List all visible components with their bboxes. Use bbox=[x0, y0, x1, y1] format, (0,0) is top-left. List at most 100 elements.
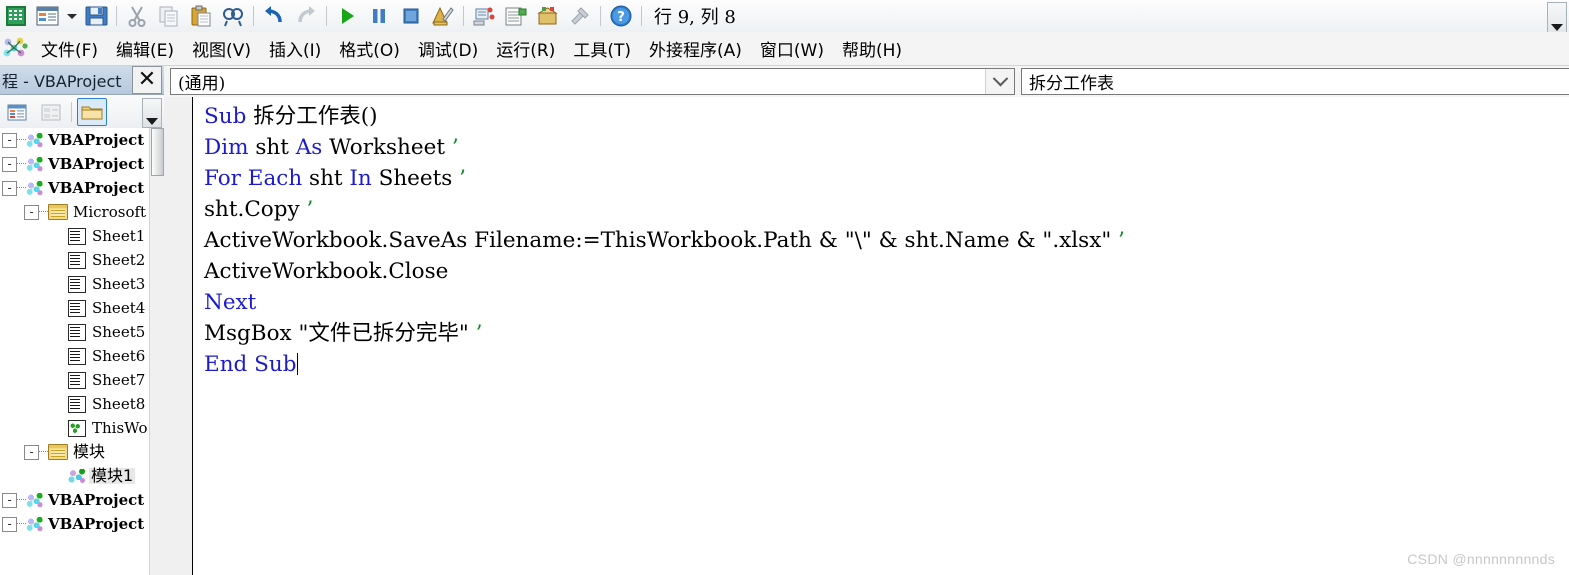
tree-expander-icon[interactable]: - bbox=[2, 516, 17, 532]
tree-node[interactable]: Sheet2 bbox=[0, 248, 150, 272]
code-token: sht bbox=[255, 135, 296, 160]
menu-item-3[interactable]: 插入(I) bbox=[260, 34, 330, 63]
reset-icon[interactable] bbox=[396, 2, 426, 30]
menu-item-0[interactable]: 文件(F) bbox=[32, 34, 107, 63]
project-explorer-toolbar bbox=[0, 95, 164, 130]
tree-node-label: VBAProject bbox=[48, 490, 145, 509]
chevron-down-icon[interactable] bbox=[985, 69, 1014, 94]
tree-node-label: ThisWo bbox=[92, 418, 148, 437]
sheet-icon bbox=[68, 299, 88, 319]
project-icon bbox=[26, 180, 43, 196]
undo-icon[interactable] bbox=[259, 2, 289, 30]
save-icon[interactable] bbox=[81, 2, 111, 30]
svg-text:?: ? bbox=[617, 10, 625, 25]
code-keyword: End Sub bbox=[204, 352, 297, 377]
text-caret bbox=[297, 353, 299, 375]
tree-node[interactable]: - 模块 bbox=[0, 440, 150, 464]
tree-node-label: Sheet3 bbox=[92, 274, 146, 293]
project-tree-scrollbar[interactable] bbox=[149, 128, 164, 575]
object-browser-icon[interactable] bbox=[533, 2, 563, 30]
project-tree-scroll-thumb[interactable] bbox=[151, 128, 164, 176]
project-tree[interactable]: - VBAProject - VBAProject - VBAProject - Micros… bbox=[0, 128, 150, 575]
tree-connector bbox=[39, 451, 48, 453]
tree-node[interactable]: Sheet5 bbox=[0, 320, 150, 344]
menu-item-8[interactable]: 外接程序(A) bbox=[640, 34, 751, 63]
project-explorer-icon[interactable] bbox=[469, 2, 499, 30]
sheet-icon bbox=[68, 395, 88, 415]
code-line: End Sub bbox=[204, 349, 1565, 380]
find-icon[interactable] bbox=[218, 2, 248, 30]
view-code-button[interactable] bbox=[2, 98, 32, 126]
code-token: 拆分工作表() bbox=[253, 104, 378, 129]
project-explorer-title: 程 - VBAProject bbox=[2, 72, 122, 91]
tree-node[interactable]: - VBAProject bbox=[0, 176, 150, 200]
tree-node[interactable]: Sheet8 bbox=[0, 392, 150, 416]
workbook-icon bbox=[68, 419, 86, 437]
margin-indicator-bar[interactable] bbox=[164, 97, 193, 575]
tree-expander-icon[interactable]: - bbox=[2, 492, 17, 508]
tree-node[interactable]: - VBAProject bbox=[0, 512, 150, 536]
code-token: sht.Copy bbox=[204, 197, 307, 222]
tree-expander-icon[interactable]: - bbox=[2, 132, 17, 148]
cut-icon[interactable] bbox=[122, 2, 152, 30]
tree-node[interactable]: Sheet3 bbox=[0, 272, 150, 296]
close-icon[interactable]: ✕ bbox=[132, 66, 162, 94]
tree-node[interactable]: 模块1 bbox=[0, 464, 150, 488]
procedure-combobox[interactable]: 拆分工作表 bbox=[1021, 68, 1569, 95]
toolbar-separator bbox=[326, 6, 327, 26]
code-editor-area[interactable]: Sub 拆分工作表() Dim sht As Worksheet ’ For Eac… bbox=[164, 97, 1569, 575]
object-combobox-value: (通用) bbox=[178, 74, 226, 94]
tree-node-label: Sheet2 bbox=[92, 250, 146, 269]
vba-control-menu-icon[interactable] bbox=[2, 36, 28, 62]
folder-icon bbox=[48, 444, 68, 460]
tree-node[interactable]: Sheet7 bbox=[0, 368, 150, 392]
code-keyword: Next bbox=[204, 290, 257, 315]
tree-expander-icon[interactable]: - bbox=[24, 204, 39, 220]
tree-expander-icon[interactable]: - bbox=[2, 156, 17, 172]
menu-item-2[interactable]: 视图(V) bbox=[183, 34, 260, 63]
tree-node[interactable]: - Microsoft bbox=[0, 200, 150, 224]
paste-icon[interactable] bbox=[186, 2, 216, 30]
sheet-icon bbox=[68, 227, 88, 247]
menu-item-10[interactable]: 帮助(H) bbox=[833, 34, 911, 63]
tree-node-label: Microsoft bbox=[73, 202, 147, 221]
project-explorer-titlebar[interactable]: 程 - VBAProject ✕ bbox=[0, 66, 164, 95]
view-microsoft-excel-icon[interactable] bbox=[33, 2, 63, 30]
tree-node[interactable]: - VBAProject bbox=[0, 152, 150, 176]
menu-item-9[interactable]: 窗口(W) bbox=[751, 34, 833, 63]
properties-window-icon[interactable] bbox=[501, 2, 531, 30]
menu-item-6[interactable]: 运行(R) bbox=[487, 34, 564, 63]
break-icon[interactable] bbox=[364, 2, 394, 30]
menu-item-5[interactable]: 调试(D) bbox=[409, 34, 487, 63]
help-icon[interactable]: ? bbox=[606, 2, 636, 30]
tree-node[interactable]: - VBAProject bbox=[0, 128, 150, 152]
tree-node-label: VBAProject bbox=[48, 130, 145, 149]
tree-node-label: Sheet1 bbox=[92, 226, 146, 245]
watermark: CSDN @nnnnnnnnnds bbox=[1407, 551, 1555, 567]
tree-node-label: VBAProject bbox=[48, 154, 145, 173]
tree-expander-icon[interactable]: - bbox=[2, 180, 17, 196]
code-token: MsgBox "文件已拆分完毕" bbox=[204, 321, 476, 346]
tree-node[interactable]: - VBAProject bbox=[0, 488, 150, 512]
view-object-button[interactable] bbox=[36, 98, 66, 126]
run-icon[interactable] bbox=[332, 2, 362, 30]
tree-node[interactable]: Sheet1 bbox=[0, 224, 150, 248]
tree-node[interactable]: Sheet4 bbox=[0, 296, 150, 320]
design-mode-icon[interactable] bbox=[428, 2, 458, 30]
menu-item-7[interactable]: 工具(T) bbox=[564, 34, 640, 63]
tree-node[interactable]: ThisWo bbox=[0, 416, 150, 440]
tree-node[interactable]: Sheet6 bbox=[0, 344, 150, 368]
menu-item-1[interactable]: 编辑(E) bbox=[107, 34, 183, 63]
object-combobox[interactable]: (通用) bbox=[170, 68, 1015, 95]
project-toolbar-overflow-button[interactable] bbox=[142, 98, 162, 128]
sheet-icon bbox=[68, 323, 88, 343]
tree-node-label: Sheet5 bbox=[92, 322, 146, 341]
toggle-folders-button[interactable] bbox=[77, 98, 107, 126]
copy-icon[interactable] bbox=[154, 2, 184, 30]
code-text[interactable]: Sub 拆分工作表() Dim sht As Worksheet ’ For Eac… bbox=[204, 101, 1565, 575]
view-dropdown-caret-icon[interactable] bbox=[64, 2, 80, 30]
menu-item-4[interactable]: 格式(O) bbox=[330, 34, 409, 63]
sheet-icon bbox=[68, 371, 88, 391]
toolbar-overflow-button[interactable] bbox=[1547, 2, 1567, 34]
tree-expander-icon[interactable]: - bbox=[24, 444, 39, 460]
